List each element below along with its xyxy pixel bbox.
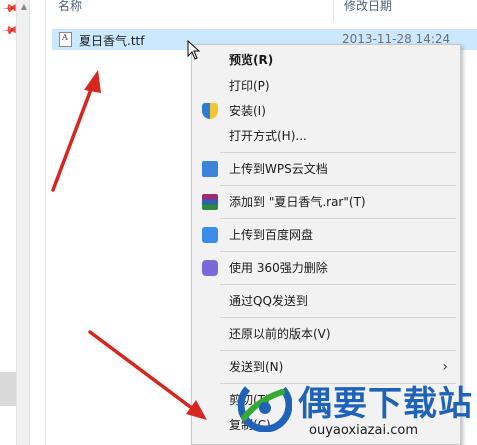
menu-item-label: 通过QQ发送到 [229, 294, 308, 308]
column-header-modified[interactable]: 修改日期 [344, 0, 392, 22]
column-header-name[interactable]: 名称 [58, 0, 82, 22]
font-file-icon [59, 32, 72, 47]
menu-item-label: 上传到WPS云文档 [229, 162, 328, 176]
menu-item-label: 添加到 "夏日香气.rar"(T) [229, 195, 366, 209]
menu-separator [220, 284, 456, 285]
navigation-selected-item[interactable] [0, 372, 16, 406]
menu-separator [220, 251, 456, 252]
column-divider[interactable] [333, 0, 334, 22]
menu-item-print[interactable]: 打印(P) [192, 75, 460, 97]
menu-item-send-via-qq[interactable]: 通过QQ发送到 [192, 290, 460, 312]
watermark-title: 偶要下载站 [298, 384, 473, 424]
menu-separator [220, 185, 456, 186]
menu-item-label: 预览(R) [229, 53, 274, 67]
shield-icon [202, 103, 218, 119]
mouse-cursor-icon [187, 40, 201, 60]
menu-separator [220, 350, 456, 351]
menu-item-label: 安装(I) [229, 104, 266, 118]
menu-item-label: 打印(P) [229, 79, 270, 93]
menu-item-install[interactable]: 安装(I) [192, 100, 460, 122]
menu-item-add-to-archive[interactable]: 添加到 "夏日香气.rar"(T) [192, 191, 460, 213]
scroll-up-icon[interactable]: ▲ [19, 2, 29, 11]
menu-item-upload-wps[interactable]: 上传到WPS云文档 [192, 158, 460, 180]
menu-item-label: 上传到百度网盘 [229, 228, 314, 242]
navigation-pane: 📌 📌 ▲ [0, 0, 46, 445]
360-delete-icon [202, 260, 218, 276]
watermark-url: ouyaoxiazai.com [309, 423, 418, 438]
menu-separator [220, 152, 456, 153]
arrow-to-copy-icon [88, 330, 207, 420]
menu-separator [220, 317, 456, 318]
menu-item-label: 发送到(N) [229, 360, 284, 374]
baidu-netdisk-icon [202, 227, 218, 243]
menu-item-open-with[interactable]: 打开方式(H)... [192, 125, 460, 147]
menu-item-label: 打开方式(H)... [229, 129, 307, 143]
menu-item-label: 还原以前的版本(V) [229, 327, 331, 341]
menu-item-360-delete[interactable]: 使用 360强力删除 [192, 257, 460, 279]
watermark: 偶要下载站 ouyaoxiazai.com [228, 374, 477, 445]
menu-item-label: 使用 360强力删除 [229, 261, 328, 275]
menu-item-preview[interactable]: 预览(R) [192, 49, 460, 71]
wps-cloud-icon [202, 161, 218, 177]
navigation-scrollbar[interactable]: ▲ [16, 0, 30, 445]
arrow-to-file-icon [51, 70, 101, 192]
file-name: 夏日香气.ttf [79, 34, 145, 48]
menu-separator [220, 218, 456, 219]
menu-item-restore-versions[interactable]: 还原以前的版本(V) [192, 323, 460, 345]
menu-item-upload-baidu[interactable]: 上传到百度网盘 [192, 224, 460, 246]
winrar-icon [202, 194, 218, 210]
watermark-logo-icon [238, 378, 292, 432]
